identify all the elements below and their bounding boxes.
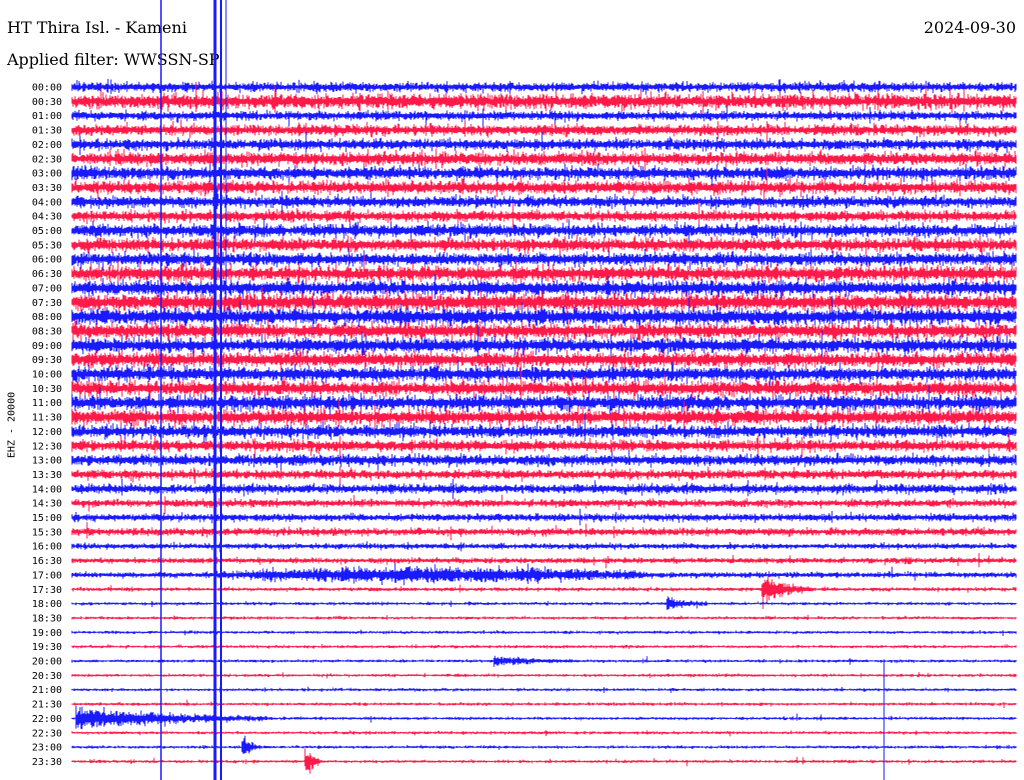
tick-label: 02:30	[32, 154, 62, 165]
tick-label: 00:00	[32, 83, 62, 94]
tick-label: 04:30	[32, 212, 62, 223]
tick-label: 20:30	[32, 671, 62, 682]
tick-label: 07:00	[32, 283, 62, 294]
tick-label: 16:30	[32, 556, 62, 567]
tick-label: 23:00	[32, 743, 62, 754]
tick-label: 19:30	[32, 642, 62, 653]
tick-label: 12:00	[32, 427, 62, 438]
tick-label: 14:30	[32, 499, 62, 510]
tick-label: 03:00	[32, 169, 62, 180]
tick-label: 18:30	[32, 613, 62, 624]
tick-label: 08:30	[32, 326, 62, 337]
tick-label: 20:00	[32, 657, 62, 668]
tick-label: 10:00	[32, 370, 62, 381]
tick-label: 00:30	[32, 97, 62, 108]
tick-label: 13:30	[32, 470, 62, 481]
tick-label: 12:30	[32, 441, 62, 452]
tick-label: 05:30	[32, 240, 62, 251]
tick-label: 05:00	[32, 226, 62, 237]
seismogram-plot: 00:00 00:30 01:00 01:30 02:00 02:30 03:00 03:30…	[32, 0, 1017, 780]
tick-label: 01:00	[32, 111, 62, 122]
tick-label: 06:30	[32, 269, 62, 280]
tick-label: 23:30	[32, 757, 62, 768]
tick-label: 06:00	[32, 255, 62, 266]
tick-label: 15:00	[32, 513, 62, 524]
tick-label: 08:00	[32, 312, 62, 323]
tick-label: 17:30	[32, 585, 62, 596]
tick-label: 21:30	[32, 700, 62, 711]
tick-label: 15:30	[32, 527, 62, 538]
tick-label: 02:00	[32, 140, 62, 151]
tick-label: 04:00	[32, 197, 62, 208]
tick-label: 19:00	[32, 628, 62, 639]
tick-label: 13:00	[32, 456, 62, 467]
tick-label: 07:30	[32, 298, 62, 309]
tick-label: 01:30	[32, 126, 62, 137]
tick-label: 22:00	[32, 714, 62, 725]
tick-label: 10:30	[32, 384, 62, 395]
tick-label: 16:00	[32, 542, 62, 553]
tick-label: 11:00	[32, 398, 62, 409]
tick-label: 09:00	[32, 341, 62, 352]
tick-label: 18:00	[32, 599, 62, 610]
tick-label: 21:00	[32, 685, 62, 696]
tick-label: 03:30	[32, 183, 62, 194]
tick-label: 17:00	[32, 570, 62, 581]
tick-label: 22:30	[32, 728, 62, 739]
tick-label: 14:00	[32, 484, 62, 495]
tick-label: 09:30	[32, 355, 62, 366]
tick-label: 11:30	[32, 413, 62, 424]
tick-label-group: 00:00 00:30 01:00 01:30 02:00 02:30 03:00 03:30…	[32, 83, 62, 768]
